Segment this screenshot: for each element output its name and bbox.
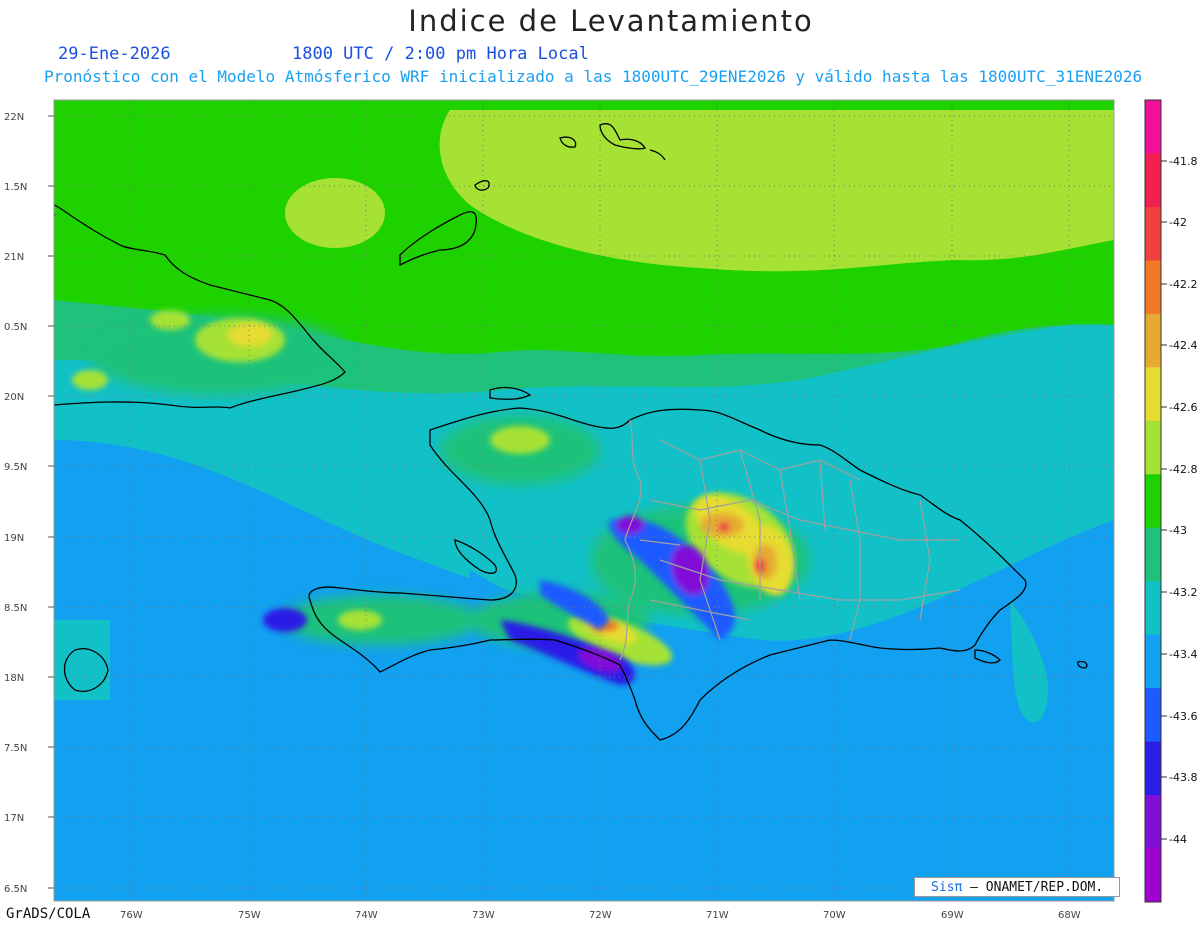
lat-label: 6.5N (4, 884, 27, 895)
brand-suffix: – ONAMET/REP.DOM. (970, 880, 1104, 895)
colorbar-swatch (1145, 848, 1161, 903)
lon-label: 72W (589, 910, 612, 921)
colorbar-label: -43.8 (1169, 771, 1197, 784)
brand-badge: Sisπ – ONAMET/REP.DOM. (914, 877, 1120, 897)
lon-label: 73W (472, 910, 495, 921)
colorbar-label: -42 (1169, 216, 1187, 229)
lat-label: 20N (4, 392, 24, 403)
latitude-axis: 22N 1.5N 21N 0.5N 20N 9.5N 19N 8.5N 18N … (4, 112, 54, 895)
colorbar-swatch (1145, 741, 1161, 796)
colorbar-label: -42.8 (1169, 463, 1197, 476)
colorbar-label: -42.6 (1169, 401, 1197, 414)
brand-pi-symbol: π (954, 880, 963, 895)
colorbar-swatch (1145, 420, 1161, 475)
lat-label: 7.5N (4, 743, 27, 754)
colorbar: -41.8 -42 -42.2 -42.4 -42.6 -42.8 -43 -4… (1144, 99, 1197, 903)
colorbar-label: -43.6 (1169, 710, 1197, 723)
colorbar-swatch (1145, 100, 1161, 154)
lat-label: 0.5N (4, 322, 27, 333)
lon-label: 70W (823, 910, 846, 921)
lon-label: 71W (706, 910, 729, 921)
colorbar-swatch (1145, 206, 1161, 261)
colorbar-swatch (1145, 367, 1161, 422)
colorbar-swatch (1145, 474, 1161, 529)
colorbar-label: -43.4 (1169, 648, 1197, 661)
lat-label: 21N (4, 252, 24, 263)
lat-label: 8.5N (4, 603, 27, 614)
colorbar-label: -41.8 (1169, 155, 1197, 168)
colorbar-label: -42.2 (1169, 278, 1197, 291)
lat-label: 18N (4, 673, 24, 684)
colorbar-swatch (1145, 634, 1161, 689)
lifted-index-map: 22N 1.5N 21N 0.5N 20N 9.5N 19N 8.5N 18N … (4, 99, 1197, 921)
lon-label: 75W (238, 910, 261, 921)
lon-label: 68W (1058, 910, 1081, 921)
colorbar-label: -42.4 (1169, 339, 1197, 352)
lat-label: 17N (4, 813, 24, 824)
contour-field (54, 100, 1114, 901)
colorbar-swatch (1145, 581, 1161, 636)
colorbar-swatch (1145, 313, 1161, 368)
brand-prefix: Sis (931, 880, 955, 895)
longitude-axis: 76W 75W 74W 73W 72W 71W 70W 69W 68W (120, 910, 1081, 921)
grads-credit: GrADS/COLA (6, 906, 91, 922)
colorbar-swatch (1145, 688, 1161, 743)
lat-label: 1.5N (4, 182, 27, 193)
colorbar-swatch (1145, 527, 1161, 582)
lon-label: 69W (941, 910, 964, 921)
lat-label: 22N (4, 112, 24, 123)
lon-label: 74W (355, 910, 378, 921)
colorbar-swatch (1145, 260, 1161, 315)
colorbar-label: -43 (1169, 524, 1187, 537)
colorbar-label: -44 (1169, 833, 1187, 846)
lon-label: 76W (120, 910, 143, 921)
colorbar-swatch (1145, 153, 1161, 208)
colorbar-label: -43.2 (1169, 586, 1197, 599)
colorbar-swatch (1145, 795, 1161, 850)
lat-label: 19N (4, 533, 24, 544)
lat-label: 9.5N (4, 462, 27, 473)
